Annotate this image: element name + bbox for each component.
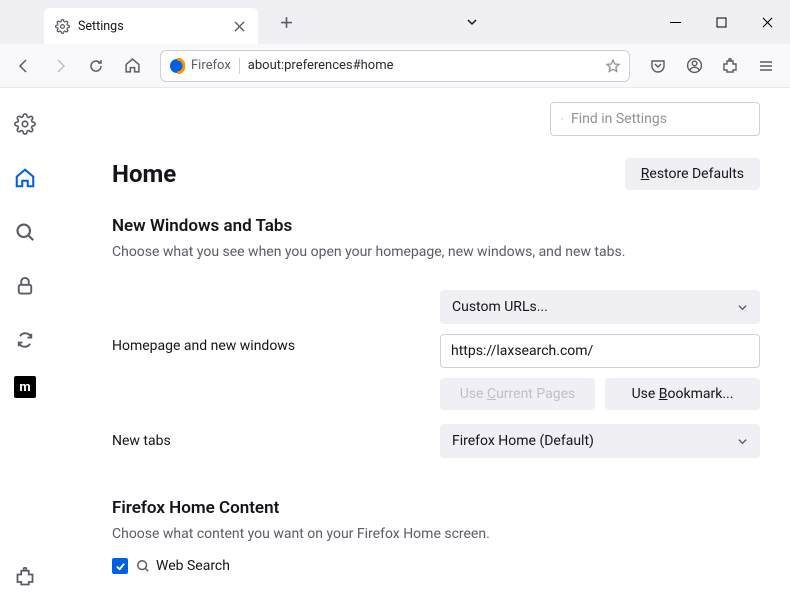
new-tab-button[interactable] xyxy=(272,8,300,36)
section-new-windows-title: New Windows and Tabs xyxy=(112,216,760,236)
window-controls xyxy=(652,0,790,44)
close-icon[interactable] xyxy=(230,17,248,35)
homepage-select[interactable]: Custom URLs... xyxy=(440,290,760,324)
content-area: m Home Restore Defaults New Windows and … xyxy=(0,88,790,615)
search-icon xyxy=(561,112,563,126)
websearch-checkbox[interactable] xyxy=(112,558,128,574)
sidebar-item-extensions[interactable] xyxy=(7,559,43,595)
chevron-down-icon xyxy=(737,302,748,313)
settings-main: Home Restore Defaults New Windows and Ta… xyxy=(50,88,790,615)
homepage-label: Homepage and new windows xyxy=(112,338,440,354)
find-in-settings[interactable] xyxy=(550,102,760,136)
window-titlebar: Settings xyxy=(0,0,790,44)
newtabs-label: New tabs xyxy=(112,433,440,449)
newtabs-select-value: Firefox Home (Default) xyxy=(452,433,594,449)
settings-sidebar: m xyxy=(0,88,50,615)
tab-settings[interactable]: Settings xyxy=(44,8,258,44)
page-title: Home xyxy=(112,160,176,188)
newtabs-select[interactable]: Firefox Home (Default) xyxy=(440,424,760,458)
section-home-content-subtitle: Choose what content you want on your Fir… xyxy=(112,526,760,542)
reload-button[interactable] xyxy=(80,50,112,82)
bookmark-star-icon[interactable] xyxy=(605,58,621,74)
account-button[interactable] xyxy=(678,50,710,82)
mozilla-icon[interactable]: m xyxy=(14,376,36,398)
search-icon xyxy=(136,559,150,573)
search-input[interactable] xyxy=(571,111,749,127)
sidebar-item-search[interactable] xyxy=(7,214,43,250)
url-bar[interactable]: Firefox about:preferences#home xyxy=(160,50,630,82)
pocket-button[interactable] xyxy=(642,50,674,82)
websearch-label: Web Search xyxy=(136,558,230,574)
minimize-button[interactable] xyxy=(652,0,698,44)
sidebar-item-privacy[interactable] xyxy=(7,268,43,304)
homepage-select-value: Custom URLs... xyxy=(452,299,548,315)
forward-button[interactable] xyxy=(44,50,76,82)
tab-title: Settings xyxy=(78,19,222,34)
tabs-dropdown-button[interactable] xyxy=(458,16,486,28)
gear-icon xyxy=(54,18,70,34)
sidebar-item-home[interactable] xyxy=(7,160,43,196)
chevron-down-icon xyxy=(737,436,748,447)
sidebar-item-general[interactable] xyxy=(7,106,43,142)
homepage-url-input[interactable] xyxy=(440,334,760,368)
section-new-windows-subtitle: Choose what you see when you open your h… xyxy=(112,244,760,260)
back-button[interactable] xyxy=(8,50,40,82)
app-menu-button[interactable] xyxy=(750,50,782,82)
extensions-button[interactable] xyxy=(714,50,746,82)
identity-box[interactable]: Firefox xyxy=(169,58,231,74)
navigation-toolbar: Firefox about:preferences#home xyxy=(0,44,790,88)
firefox-icon xyxy=(169,58,185,74)
sidebar-item-sync[interactable] xyxy=(7,322,43,358)
use-current-pages-button[interactable]: Use Current Pages xyxy=(440,378,595,410)
home-button[interactable] xyxy=(116,50,148,82)
use-bookmark-button[interactable]: Use Bookmark... xyxy=(605,378,760,410)
maximize-button[interactable] xyxy=(698,0,744,44)
urlbar-divider xyxy=(239,58,240,74)
identity-label: Firefox xyxy=(191,58,231,73)
url-text: about:preferences#home xyxy=(248,58,597,73)
close-window-button[interactable] xyxy=(744,0,790,44)
restore-defaults-button[interactable]: Restore Defaults xyxy=(625,158,760,190)
section-home-content-title: Firefox Home Content xyxy=(112,498,760,518)
